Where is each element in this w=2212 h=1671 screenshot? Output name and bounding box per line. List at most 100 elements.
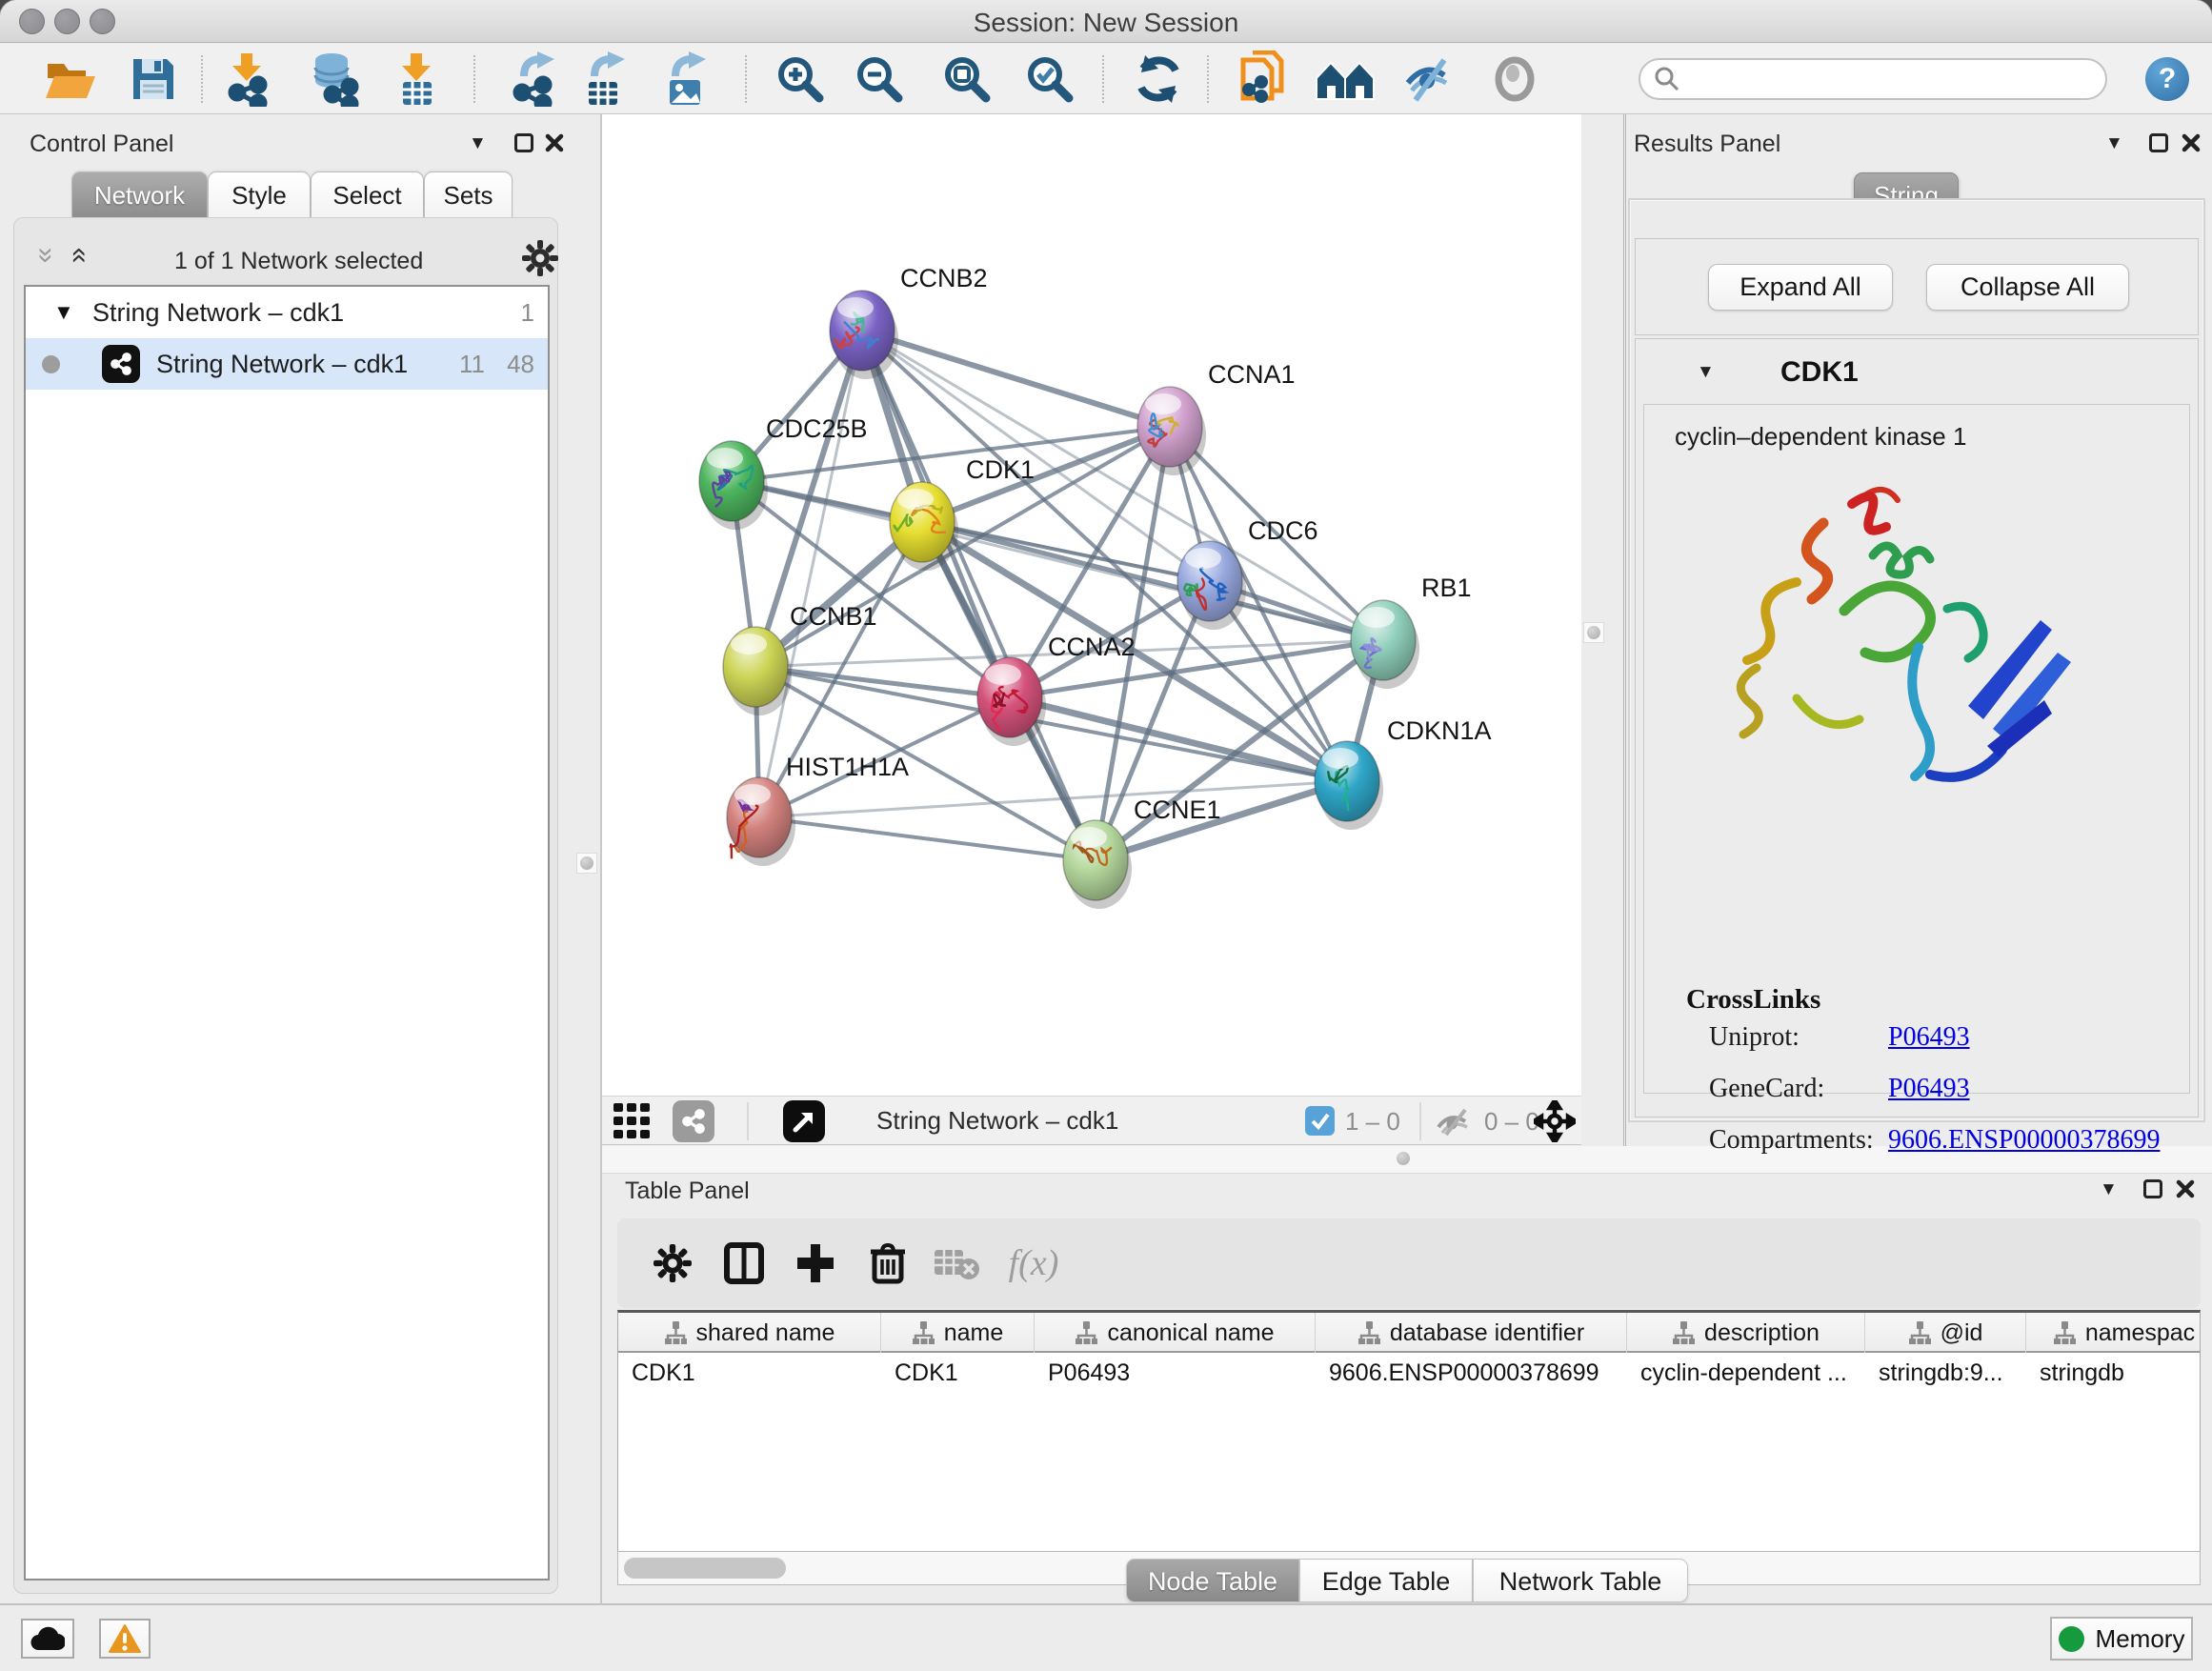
gene-expander-icon[interactable]: ▼ bbox=[1697, 362, 1715, 383]
scrollbar-thumb[interactable] bbox=[624, 1558, 786, 1579]
tab-select[interactable]: Select bbox=[311, 171, 424, 218]
collection-expander-icon[interactable]: ▼ bbox=[53, 300, 74, 325]
collection-label: String Network – cdk1 bbox=[92, 298, 344, 328]
close-panel-icon[interactable] bbox=[2176, 1179, 2195, 1198]
table-cell[interactable]: P06493 bbox=[1035, 1355, 1316, 1391]
delete-column-trash-icon[interactable] bbox=[852, 1218, 924, 1308]
tab-network-table[interactable]: Network Table bbox=[1473, 1559, 1688, 1602]
apply-layout-icon[interactable] bbox=[1115, 44, 1202, 114]
show-eye-disabled-icon[interactable] bbox=[1471, 44, 1558, 114]
column-header--id[interactable]: @id bbox=[1865, 1313, 2026, 1353]
graph-node-ccne1[interactable]: CCNE1 bbox=[1063, 795, 1221, 909]
graph-node-ccna1[interactable]: CCNA1 bbox=[1137, 360, 1296, 475]
network-type-badge-icon[interactable] bbox=[673, 1100, 714, 1142]
memory-button[interactable]: Memory bbox=[2050, 1617, 2193, 1661]
delete-table-icon[interactable] bbox=[921, 1218, 994, 1308]
graph-edge[interactable] bbox=[862, 331, 1170, 427]
gene-section: ▼ CDK1 cyclin–dependent kinase 1 bbox=[1635, 338, 2199, 1117]
float-panel-icon[interactable]: ▼ bbox=[469, 133, 487, 154]
close-panel-icon[interactable] bbox=[2182, 133, 2201, 152]
tab-edge-table[interactable]: Edge Table bbox=[1299, 1559, 1473, 1602]
import-network-file-icon[interactable] bbox=[203, 44, 291, 114]
zoom-selected-icon[interactable] bbox=[1006, 44, 1094, 114]
tab-node-table[interactable]: Node Table bbox=[1126, 1559, 1299, 1602]
table-cell[interactable]: CDK1 bbox=[881, 1355, 1035, 1391]
left-splitter-handle[interactable] bbox=[576, 853, 597, 874]
import-network-database-icon[interactable] bbox=[290, 44, 377, 114]
maximize-panel-icon[interactable] bbox=[514, 133, 533, 152]
right-splitter[interactable] bbox=[1581, 114, 1626, 1146]
table-cell[interactable]: stringdb:9... bbox=[1865, 1355, 2026, 1391]
graph-node-cdkn1a[interactable]: CDKN1A bbox=[1315, 716, 1492, 830]
open-folder-icon[interactable] bbox=[27, 44, 114, 114]
table-options-gear-icon[interactable] bbox=[636, 1218, 709, 1308]
network-tab-content: » » 1 of 1 Network selected ▼ String Net… bbox=[13, 217, 558, 1594]
hide-selected-eye-icon[interactable] bbox=[1386, 44, 1474, 114]
column-header-shared-name[interactable]: shared name bbox=[618, 1313, 881, 1353]
horizontal-splitter-handle[interactable] bbox=[1393, 1148, 1414, 1169]
selected-checkbox-icon[interactable] bbox=[1305, 1106, 1335, 1136]
pan-crosshair-icon[interactable] bbox=[1534, 1100, 1576, 1142]
column-header-canonical-name[interactable]: canonical name bbox=[1035, 1313, 1316, 1353]
table-row[interactable]: CDK1CDK1P064939606.ENSP00000378699cyclin… bbox=[618, 1355, 2201, 1391]
crosslink-label: Compartments: bbox=[1709, 1125, 1874, 1155]
help-icon[interactable]: ? bbox=[2145, 57, 2189, 101]
table-cell[interactable]: 9606.ENSP00000378699 bbox=[1316, 1355, 1627, 1391]
close-panel-icon[interactable] bbox=[545, 133, 564, 152]
tab-network[interactable]: Network bbox=[71, 171, 208, 218]
float-panel-icon[interactable]: ▼ bbox=[2105, 133, 2123, 154]
column-header-database-identifier[interactable]: database identifier bbox=[1316, 1313, 1627, 1353]
search-input[interactable] bbox=[1680, 66, 2081, 92]
maximize-panel-icon[interactable] bbox=[2143, 1179, 2162, 1198]
cloud-button[interactable] bbox=[21, 1619, 74, 1659]
crosslink-link[interactable]: 9606.ENSP00000378699 bbox=[1888, 1125, 2160, 1156]
function-builder-icon[interactable]: f(x) bbox=[997, 1218, 1070, 1308]
expand-all-button[interactable]: Expand All bbox=[1708, 264, 1893, 311]
table-cell[interactable]: CDK1 bbox=[618, 1355, 881, 1391]
birdseye-toggle-icon[interactable] bbox=[613, 1103, 654, 1146]
zoom-fit-icon[interactable] bbox=[923, 44, 1011, 114]
left-splitter[interactable] bbox=[572, 114, 602, 1603]
column-header-name[interactable]: name bbox=[881, 1313, 1035, 1353]
float-panel-icon[interactable]: ▼ bbox=[2100, 1179, 2118, 1200]
graph-edge[interactable] bbox=[759, 817, 1096, 860]
graph-edge[interactable] bbox=[759, 331, 862, 817]
maximize-panel-icon[interactable] bbox=[2149, 133, 2168, 152]
node-label: CDC6 bbox=[1248, 516, 1318, 545]
add-column-icon[interactable] bbox=[779, 1218, 852, 1308]
column-header-namespac[interactable]: namespac bbox=[2026, 1313, 2201, 1353]
column-header-description[interactable]: description bbox=[1627, 1313, 1865, 1353]
table-cell[interactable]: stringdb bbox=[2026, 1355, 2201, 1391]
show-columns-icon[interactable] bbox=[708, 1218, 780, 1308]
crosslink-link[interactable]: P06493 bbox=[1888, 1022, 1970, 1053]
network-collection-row[interactable]: ▼ String Network – cdk1 1 bbox=[26, 287, 548, 338]
expand-all-icon[interactable]: » bbox=[61, 248, 93, 264]
network-options-gear-icon[interactable] bbox=[522, 240, 558, 276]
import-table-icon[interactable] bbox=[372, 44, 460, 114]
graph-node-cdc25b[interactable]: CDC25B bbox=[699, 414, 868, 530]
graph-node-rb1[interactable]: RB1 bbox=[1351, 574, 1472, 689]
zoom-in-icon[interactable] bbox=[756, 44, 844, 114]
collapse-all-button[interactable]: Collapse All bbox=[1926, 264, 2129, 311]
zoom-out-icon[interactable] bbox=[835, 44, 923, 114]
tab-style[interactable]: Style bbox=[208, 171, 311, 218]
column-type-icon bbox=[1357, 1320, 1380, 1345]
open-in-window-icon[interactable] bbox=[783, 1100, 825, 1142]
save-session-icon[interactable] bbox=[110, 44, 197, 114]
status-bar: Memory bbox=[0, 1603, 2212, 1671]
network-graph[interactable]: CCNB2CCNA1CDC25BCDK1CDC6RB1CCNB1CCNA2CDK… bbox=[602, 114, 1581, 1096]
export-image-icon[interactable] bbox=[643, 44, 731, 114]
houses-icon[interactable] bbox=[1301, 44, 1389, 114]
right-splitter-handle[interactable] bbox=[1583, 622, 1604, 643]
graph-edge[interactable] bbox=[862, 331, 1383, 640]
crosslink-link[interactable]: P06493 bbox=[1888, 1074, 1970, 1104]
export-table-icon[interactable] bbox=[562, 44, 650, 114]
graph-node-ccnb1[interactable]: CCNB1 bbox=[723, 602, 877, 715]
network-row[interactable]: String Network – cdk1 11 48 bbox=[26, 338, 548, 390]
warnings-button[interactable] bbox=[99, 1619, 151, 1659]
network-canvas[interactable]: CCNB2CCNA1CDC25BCDK1CDC6RB1CCNB1CCNA2CDK… bbox=[602, 114, 1581, 1096]
table-cell[interactable]: cyclin-dependent ... bbox=[1627, 1355, 1865, 1391]
first-neighbors-icon[interactable] bbox=[1220, 44, 1308, 114]
tab-sets[interactable]: Sets bbox=[424, 171, 513, 218]
collapse-all-icon[interactable]: » bbox=[30, 248, 62, 264]
